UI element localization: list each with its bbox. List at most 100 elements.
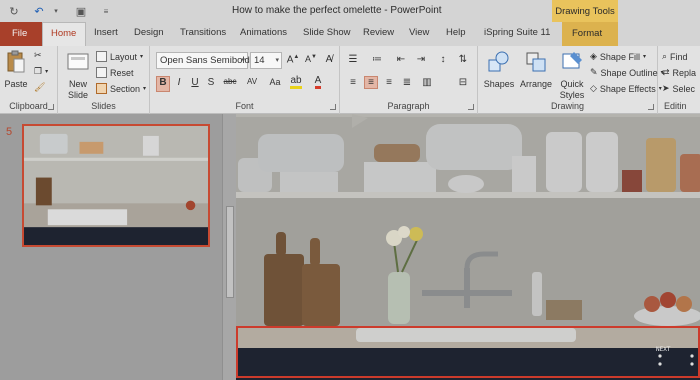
paste-label: Paste (4, 79, 28, 89)
group-drawing: Shapes Arrange Quick Styles ◈ Shape Fill ▾… (478, 46, 664, 114)
shadow-button[interactable]: S (204, 77, 218, 88)
quick-access-toolbar: ↻ ↶ ▾ ▣ ≡ (6, 3, 114, 19)
clipboard-launcher-icon[interactable] (48, 104, 54, 110)
group-label-paragraph: Paragraph (387, 101, 430, 111)
arrange-button[interactable]: Arrange (518, 50, 554, 90)
shape-effects-button[interactable]: ◇ Shape Effects ▾ (590, 83, 662, 94)
replace-button[interactable]: ⇄ Repla (662, 67, 696, 78)
bullets-icon[interactable]: ☰ (346, 54, 360, 65)
cursor-icon: ➤ (662, 83, 670, 93)
numbering-icon[interactable]: ≔ (370, 54, 384, 65)
tab-ispring-suite[interactable]: iSpring Suite 11 (484, 27, 550, 38)
align-left-icon[interactable]: ≡ (346, 77, 360, 88)
slide-thumbnail-pane: 5 (0, 114, 222, 380)
chevron-down-icon: ▾ (241, 57, 245, 64)
copy-button[interactable]: ❐ ▾ (34, 66, 48, 77)
tab-design[interactable]: Design (134, 27, 164, 38)
decrease-indent-icon[interactable]: ⇤ (394, 54, 408, 65)
layout-icon (96, 51, 107, 62)
cut-button[interactable]: ✂ (34, 50, 42, 61)
tab-insert[interactable]: Insert (94, 27, 118, 38)
pen-icon: ✎ (590, 67, 598, 77)
group-label-drawing: Drawing (550, 101, 584, 111)
font-name-field[interactable]: Open Sans Semibold ▾ (156, 52, 250, 69)
section-button[interactable]: Section ▾ (96, 83, 146, 94)
paragraph-launcher-icon[interactable] (468, 104, 474, 110)
format-painter-icon: 🖌 (34, 82, 46, 92)
shape-fill-button[interactable]: ◈ Shape Fill ▾ (590, 51, 646, 62)
new-slide-label: New Slide (67, 79, 88, 100)
shape-outline-button[interactable]: ✎ Shape Outline ▾ (590, 67, 664, 78)
group-slides: New Slide Layout ▾ Reset Section ▾ Slides (58, 46, 150, 114)
line-spacing-icon[interactable]: ↕ (436, 54, 450, 65)
quick-styles-icon (562, 52, 582, 69)
change-case-button[interactable]: Aa (264, 77, 286, 87)
ribbon: Paste ✂ ❐ ▾ 🖌 Clipboard New Slide Layout ▾… (0, 46, 700, 114)
strikethrough-button[interactable]: abc (220, 77, 240, 86)
scrollbar-thumb[interactable] (226, 206, 234, 298)
tab-transitions[interactable]: Transitions (180, 27, 226, 38)
undo-dropdown-icon[interactable]: ▾ (48, 3, 64, 19)
group-editing: ⌕ Find ⇄ Repla ➤ Selec Editin (658, 46, 700, 114)
paste-button[interactable]: Paste (4, 50, 28, 90)
font-launcher-icon[interactable] (330, 104, 336, 110)
tab-home[interactable]: Home (42, 22, 86, 46)
tab-file[interactable]: File (0, 22, 42, 46)
shapes-label: Shapes (483, 79, 515, 89)
arrange-label: Arrange (519, 79, 553, 89)
customize-qat-icon[interactable]: ≡ (98, 3, 114, 19)
columns-icon[interactable]: ▥ (420, 77, 434, 88)
thumbnail-scrollbar[interactable] (222, 114, 236, 380)
align-center-icon[interactable]: ≡ (364, 76, 378, 89)
group-label-editing: Editin (664, 101, 687, 111)
character-spacing-button[interactable]: AV (242, 77, 262, 86)
quick-styles-button[interactable]: Quick Styles (556, 50, 588, 101)
slide-canvas[interactable]: NEXT (236, 114, 700, 380)
italic-button[interactable]: I (172, 77, 186, 88)
quick-styles-label: Quick Styles (559, 79, 585, 100)
shapes-button[interactable]: Shapes (482, 50, 516, 90)
tab-review[interactable]: Review (363, 27, 394, 38)
highlight-color-icon[interactable]: ab (288, 75, 304, 89)
select-button[interactable]: ➤ Selec (662, 83, 695, 94)
align-right-icon[interactable]: ≡ (382, 77, 396, 88)
start-from-beginning-icon[interactable]: ▣ (73, 3, 89, 19)
title-bar: ↻ ↶ ▾ ▣ ≡ How to make the perfect omelet… (0, 0, 700, 22)
tab-help[interactable]: Help (446, 27, 466, 38)
tab-view[interactable]: View (409, 27, 429, 38)
font-size-field[interactable]: 14 ▾ (250, 52, 282, 69)
autosave-icon[interactable]: ↻ (6, 3, 22, 19)
new-slide-button[interactable]: New Slide (64, 50, 92, 101)
reset-button[interactable]: Reset (96, 67, 134, 78)
reset-icon (96, 67, 107, 78)
align-text-icon[interactable]: ⊟ (456, 77, 470, 88)
clear-formatting-icon[interactable]: A̸ (322, 54, 336, 65)
search-icon: ⌕ (662, 51, 668, 61)
tab-animations[interactable]: Animations (240, 27, 287, 38)
arrange-icon (526, 52, 546, 72)
find-button[interactable]: ⌕ Find (662, 51, 688, 62)
drawing-launcher-icon[interactable] (648, 104, 654, 110)
group-paragraph: ☰ ≔ ⇤ ⇥ ↕ ⇅ ≡ ≡ ≡ ≣ ▥ ⊟ Paragraph (340, 46, 478, 114)
chevron-down-icon: ▾ (275, 57, 279, 64)
caption-next-label: NEXT (656, 346, 671, 353)
justify-icon[interactable]: ≣ (400, 77, 414, 88)
replace-icon: ⇄ (662, 67, 670, 77)
decrease-font-size-icon[interactable]: A▼ (304, 54, 318, 64)
format-painter-button[interactable]: 🖌 (34, 82, 45, 93)
underline-button[interactable]: U (188, 77, 202, 88)
undo-icon[interactable]: ↶ (31, 3, 47, 19)
selected-shape-outline[interactable] (236, 326, 700, 378)
slide-thumbnail[interactable] (22, 124, 210, 247)
group-font: Open Sans Semibold ▾ 14 ▾ A▲ A▼ A̸ B I U S… (150, 46, 340, 114)
bold-button[interactable]: B (156, 76, 170, 92)
increase-font-size-icon[interactable]: A▲ (286, 54, 300, 65)
tab-format[interactable]: Format (562, 22, 618, 46)
group-label-font: Font (235, 101, 254, 111)
font-color-icon[interactable]: A (310, 75, 326, 89)
layout-button[interactable]: Layout ▾ (96, 51, 143, 62)
tab-slide-show[interactable]: Slide Show (303, 27, 351, 38)
increase-indent-icon[interactable]: ⇥ (414, 54, 428, 65)
text-direction-icon[interactable]: ⇅ (456, 54, 470, 65)
section-icon (96, 83, 107, 94)
